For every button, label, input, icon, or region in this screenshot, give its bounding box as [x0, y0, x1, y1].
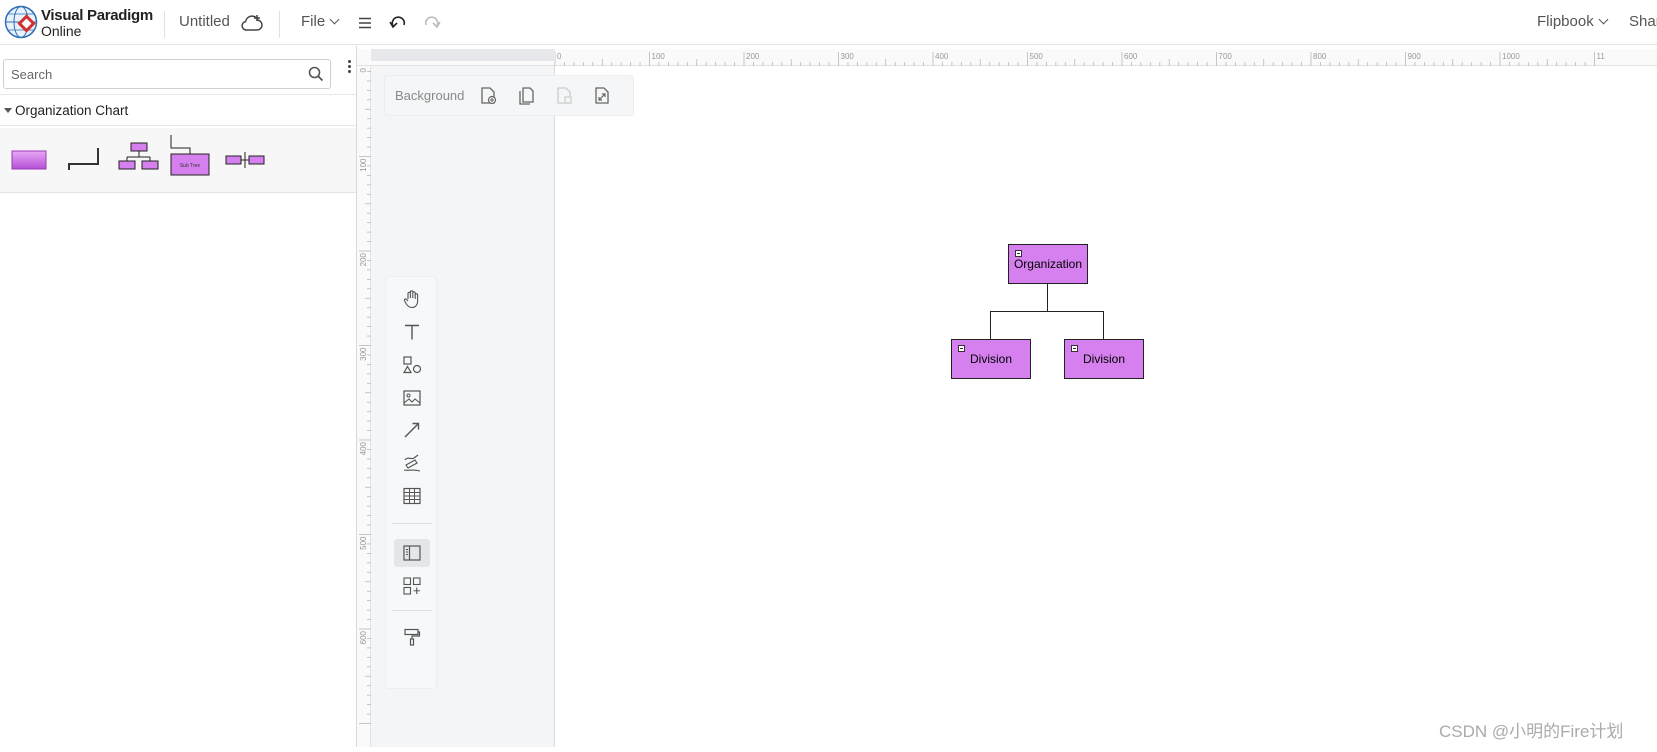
drawing-tool-strip — [385, 276, 437, 689]
ruler-label: 700 — [1219, 52, 1233, 61]
collapse-toggle-icon[interactable] — [1071, 345, 1078, 352]
expand-triangle-icon — [4, 108, 12, 113]
document-title[interactable]: Untitled — [179, 13, 230, 30]
hand-tool-icon[interactable] — [394, 285, 430, 313]
collapse-toggle-icon[interactable] — [958, 345, 965, 352]
share-button[interactable]: Share — [1629, 13, 1657, 30]
logo-title: Visual Paradigm — [41, 7, 153, 24]
node-label: Division — [1082, 352, 1125, 366]
file-menu[interactable]: File — [301, 13, 340, 30]
ruler-label: 200 — [359, 252, 368, 266]
search-input[interactable] — [4, 60, 294, 88]
search-icon[interactable] — [308, 66, 324, 82]
node-label: Division — [969, 352, 1012, 366]
divider — [164, 11, 165, 38]
org-node-division[interactable]: Division — [1064, 339, 1144, 379]
image-tool-icon[interactable] — [394, 384, 430, 412]
collapse-toggle-icon[interactable] — [1015, 250, 1022, 257]
ruler-label: 800 — [1313, 52, 1327, 61]
ruler-label: 400 — [935, 52, 949, 61]
shape-connector[interactable] — [67, 134, 101, 186]
divider — [392, 610, 432, 611]
shape-library-panel: Organization Chart Sub Tree — [0, 46, 357, 747]
text-tool-icon[interactable] — [394, 318, 430, 346]
ruler-label: 0 — [359, 67, 368, 72]
delete-page-icon[interactable] — [553, 85, 575, 107]
diagram-canvas[interactable]: 0 100 200 300 400 500 600 700 800 900 1000 11 0 100 2… — [357, 46, 1657, 747]
ruler-label: 400 — [359, 441, 368, 455]
connector-line[interactable] — [990, 311, 991, 339]
ruler-label: 900 — [1408, 52, 1422, 61]
freehand-draw-icon[interactable] — [394, 449, 430, 477]
chevron-down-icon — [1598, 14, 1609, 25]
node-label: Organization — [1013, 257, 1083, 271]
org-node-division[interactable]: Division — [951, 339, 1031, 379]
redo-icon[interactable] — [419, 10, 445, 36]
logo-subtitle: Online — [41, 23, 82, 39]
ruler-label: 300 — [841, 52, 855, 61]
category-organization-chart[interactable]: Organization Chart — [0, 94, 356, 126]
ruler-label: 100 — [359, 158, 368, 172]
connector-line[interactable] — [1103, 311, 1104, 339]
org-node-root[interactable]: Organization — [1008, 244, 1088, 284]
format-painter-icon[interactable] — [394, 623, 430, 651]
add-page-icon[interactable] — [477, 85, 499, 107]
table-tool-icon[interactable] — [394, 482, 430, 510]
ruler-label: 100 — [652, 52, 666, 61]
ruler-label: 0 — [557, 52, 562, 61]
background-label[interactable]: Background — [395, 88, 464, 103]
shape-horizontal-tree[interactable] — [224, 134, 266, 186]
connector-line[interactable] — [990, 311, 1104, 312]
panel-toggle-icon[interactable] — [394, 539, 430, 567]
resize-page-icon[interactable] — [591, 85, 613, 107]
top-toolbar: Visual Paradigm Online Untitled File Fli… — [0, 0, 1657, 45]
search-box — [3, 59, 331, 89]
shape-sub-tree[interactable]: Sub Tree — [169, 134, 211, 186]
divider — [392, 523, 432, 524]
flipbook-menu[interactable]: Flipbook — [1537, 13, 1609, 30]
app-logo[interactable]: Visual Paradigm Online — [4, 4, 154, 40]
offpage-ruler-mask — [371, 49, 555, 61]
sub-tree-caption: Sub Tree — [180, 163, 201, 169]
chevron-down-icon — [329, 14, 340, 25]
connector-line[interactable] — [1047, 283, 1048, 311]
cloud-save-icon[interactable] — [239, 10, 265, 36]
ruler-label: 500 — [1030, 52, 1044, 61]
vertical-ruler: 0 100 200 300 400 500 600 — [357, 61, 371, 747]
globe-logo-icon — [4, 5, 38, 39]
divider — [279, 11, 280, 38]
duplicate-page-icon[interactable] — [515, 85, 537, 107]
ruler-label: 11 — [1597, 52, 1606, 61]
more-options-icon[interactable] — [345, 58, 353, 78]
undo-icon[interactable] — [385, 10, 411, 36]
ruler-label: 600 — [1124, 52, 1138, 61]
shapes-tool-icon[interactable] — [394, 351, 430, 379]
ruler-label: 200 — [746, 52, 760, 61]
ruler-label: 600 — [359, 630, 368, 644]
flipbook-menu-label: Flipbook — [1537, 13, 1594, 30]
background-toolbar: Background — [384, 75, 634, 116]
hamburger-menu-icon[interactable] — [352, 10, 378, 36]
shape-org-unit[interactable] — [9, 134, 49, 186]
category-label: Organization Chart — [15, 103, 129, 118]
ruler-label: 500 — [359, 536, 368, 550]
watermark-text: CSDN @小明的Fire计划 — [1439, 722, 1624, 741]
ruler-label: 300 — [359, 347, 368, 361]
file-menu-label: File — [301, 13, 326, 30]
ruler-label: 1000 — [1502, 52, 1520, 61]
shape-palette: Sub Tree — [0, 128, 356, 193]
add-shape-icon[interactable] — [394, 572, 430, 600]
line-tool-icon[interactable] — [394, 416, 430, 444]
shape-org-tree[interactable] — [117, 134, 159, 186]
